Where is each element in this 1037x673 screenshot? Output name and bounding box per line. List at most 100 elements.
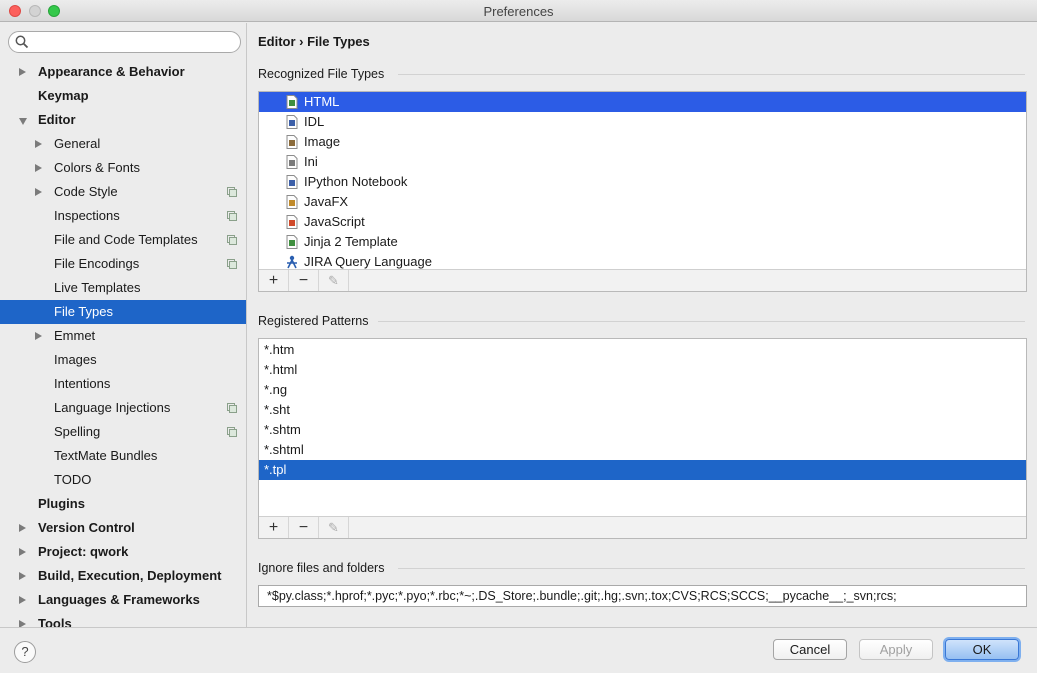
sidebar-item-tools[interactable]: Tools xyxy=(0,612,246,627)
collapsed-arrow-icon[interactable] xyxy=(19,524,26,532)
sidebar-item-language-injections[interactable]: Language Injections xyxy=(0,396,246,420)
sidebar-item-todo[interactable]: TODO xyxy=(0,468,246,492)
ignore-files-field[interactable]: *$py.class;*.hprof;*.pyc;*.pyo;*.rbc;*~;… xyxy=(258,585,1027,607)
file-type-row[interactable]: HTML xyxy=(259,92,1026,112)
sidebar-item-label: Live Templates xyxy=(54,280,141,295)
pattern-row[interactable]: *.tpl xyxy=(259,460,1026,480)
sidebar-item-spelling[interactable]: Spelling xyxy=(0,420,246,444)
collapsed-arrow-icon[interactable] xyxy=(19,572,26,580)
search-input[interactable] xyxy=(8,31,241,53)
add-pattern-button[interactable]: + xyxy=(259,517,289,538)
pattern-row[interactable]: *.shtml xyxy=(259,440,1026,460)
remove-file-type-button[interactable]: − xyxy=(289,270,319,291)
sidebar-item-label: Language Injections xyxy=(54,400,171,415)
sidebar-item-label: Appearance & Behavior xyxy=(38,64,185,79)
sidebar-item-label: File Types xyxy=(54,304,114,319)
cancel-button[interactable]: Cancel xyxy=(773,639,847,660)
collapsed-arrow-icon[interactable] xyxy=(19,68,26,76)
pattern-row[interactable]: *.html xyxy=(259,360,1026,380)
collapsed-arrow-icon[interactable] xyxy=(35,164,42,172)
sidebar-item-keymap[interactable]: Keymap xyxy=(0,84,246,108)
expanded-arrow-icon[interactable] xyxy=(19,118,27,125)
collapsed-arrow-icon[interactable] xyxy=(19,596,26,604)
sidebar-item-appearance-behavior[interactable]: Appearance & Behavior xyxy=(0,60,246,84)
pattern-label: *.shtml xyxy=(264,442,304,457)
search-icon xyxy=(15,35,29,49)
sidebar-item-version-control[interactable]: Version Control xyxy=(0,516,246,540)
ini-file-icon xyxy=(286,155,298,169)
sidebar-item-label: File and Code Templates xyxy=(54,232,198,247)
recognized-file-types-list[interactable]: HTML IDL Image Ini IPython Notebook JavaFX Jav… xyxy=(258,91,1027,292)
patterns-toolbar: + − ✎ xyxy=(259,516,1026,538)
section-divider xyxy=(398,74,1025,75)
section-divider xyxy=(398,568,1025,569)
sidebar-item-images[interactable]: Images xyxy=(0,348,246,372)
add-file-type-button[interactable]: + xyxy=(259,270,289,291)
pattern-label: *.sht xyxy=(264,402,291,417)
sidebar-item-emmet[interactable]: Emmet xyxy=(0,324,246,348)
jira-icon xyxy=(287,255,297,269)
file-type-row[interactable]: Image xyxy=(259,132,1026,152)
apply-button[interactable]: Apply xyxy=(859,639,933,660)
sidebar-item-colors-fonts[interactable]: Colors & Fonts xyxy=(0,156,246,180)
sidebar-item-plugins[interactable]: Plugins xyxy=(0,492,246,516)
sidebar-item-build-execution-deployment[interactable]: Build, Execution, Deployment xyxy=(0,564,246,588)
file-type-row[interactable]: Jinja 2 Template xyxy=(259,232,1026,252)
file-type-label: IDL xyxy=(304,114,325,129)
window-titlebar: Preferences xyxy=(0,0,1037,22)
remove-pattern-button[interactable]: − xyxy=(289,517,319,538)
sidebar-item-label: Inspections xyxy=(54,208,120,223)
project-scope-icon xyxy=(227,427,237,437)
file-type-row[interactable]: IPython Notebook xyxy=(259,172,1026,192)
help-button[interactable]: ? xyxy=(14,641,36,663)
sidebar-item-label: Build, Execution, Deployment xyxy=(38,568,222,583)
registered-patterns-heading: Registered Patterns xyxy=(258,314,369,328)
collapsed-arrow-icon[interactable] xyxy=(19,548,26,556)
collapsed-arrow-icon[interactable] xyxy=(35,332,42,340)
ipython-file-icon xyxy=(286,175,298,189)
sidebar-item-file-types[interactable]: File Types xyxy=(0,300,246,324)
sidebar-item-general[interactable]: General xyxy=(0,132,246,156)
file-type-row[interactable]: Ini xyxy=(259,152,1026,172)
file-type-label: Ini xyxy=(304,154,318,169)
collapsed-arrow-icon[interactable] xyxy=(19,620,26,627)
pattern-row[interactable]: *.sht xyxy=(259,400,1026,420)
sidebar-item-label: Editor xyxy=(38,112,76,127)
sidebar-item-textmate-bundles[interactable]: TextMate Bundles xyxy=(0,444,246,468)
sidebar-item-live-templates[interactable]: Live Templates xyxy=(0,276,246,300)
sidebar-item-intentions[interactable]: Intentions xyxy=(0,372,246,396)
edit-pattern-button[interactable]: ✎ xyxy=(319,517,349,538)
file-type-row[interactable]: JavaFX xyxy=(259,192,1026,212)
file-type-label: Jinja 2 Template xyxy=(304,234,398,249)
pattern-row[interactable]: *.htm xyxy=(259,340,1026,360)
project-scope-icon xyxy=(227,403,237,413)
sidebar-item-label: File Encodings xyxy=(54,256,140,271)
sidebar-item-file-and-code-templates[interactable]: File and Code Templates xyxy=(0,228,246,252)
sidebar-item-file-encodings[interactable]: File Encodings xyxy=(0,252,246,276)
pattern-label: *.tpl xyxy=(264,462,287,477)
ok-button[interactable]: OK xyxy=(945,639,1019,660)
file-type-label: JavaScript xyxy=(304,214,365,229)
sidebar-item-languages-frameworks[interactable]: Languages & Frameworks xyxy=(0,588,246,612)
sidebar-item-code-style[interactable]: Code Style xyxy=(0,180,246,204)
file-type-row[interactable]: IDL xyxy=(259,112,1026,132)
sidebar-item-label: TODO xyxy=(54,472,92,487)
sidebar-item-inspections[interactable]: Inspections xyxy=(0,204,246,228)
file-type-row[interactable]: JavaScript xyxy=(259,212,1026,232)
collapsed-arrow-icon[interactable] xyxy=(35,188,42,196)
pattern-label: *.html xyxy=(264,362,298,377)
pattern-row[interactable]: *.ng xyxy=(259,380,1026,400)
pattern-row[interactable]: *.shtm xyxy=(259,420,1026,440)
registered-patterns-list[interactable]: *.htm *.html *.ng *.sht *.shtm *.shtml *.tpl +… xyxy=(258,338,1027,539)
sidebar-item-label: Emmet xyxy=(54,328,96,343)
collapsed-arrow-icon[interactable] xyxy=(35,140,42,148)
sidebar-item-project-qwork[interactable]: Project: qwork xyxy=(0,540,246,564)
pattern-label: *.shtm xyxy=(264,422,301,437)
sidebar-item-label: Intentions xyxy=(54,376,111,391)
edit-file-type-button[interactable]: ✎ xyxy=(319,270,349,291)
sidebar-item-editor[interactable]: Editor xyxy=(0,108,246,132)
file-type-label: Image xyxy=(304,134,341,149)
section-divider xyxy=(378,321,1025,322)
javafx-file-icon xyxy=(286,195,298,209)
sidebar-item-label: Tools xyxy=(38,616,72,627)
